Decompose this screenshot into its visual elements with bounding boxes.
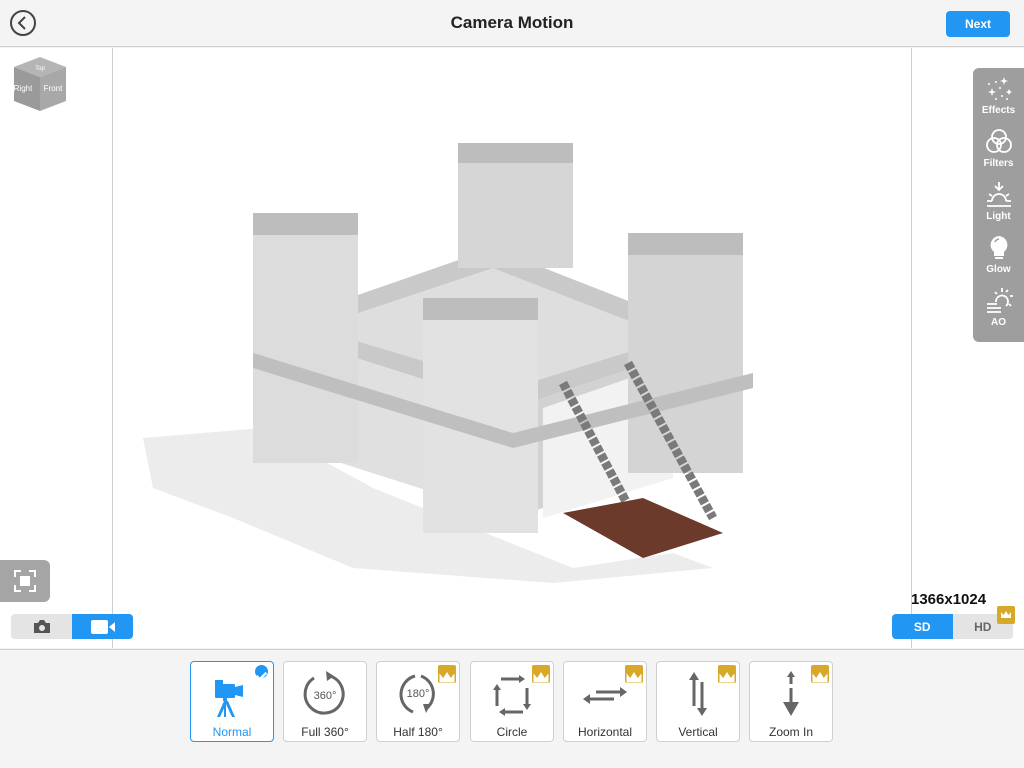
filters-button[interactable]: Filters [973, 127, 1024, 180]
camera-icon [33, 620, 50, 633]
motion-label: Half 180° [393, 725, 443, 739]
sd-button[interactable]: SD [892, 614, 953, 639]
filters-label: Filters [983, 158, 1014, 169]
left-tower [253, 228, 358, 463]
focus-frame-icon [14, 570, 36, 592]
effects-panel: Effects Filters Light Glow AO [973, 68, 1024, 342]
castle-model [143, 143, 753, 583]
motion-full-360[interactable]: 360° Full 360° [283, 661, 367, 742]
cube-front-label: Front [44, 84, 63, 93]
motion-half-180[interactable]: 180° Half 180° [376, 661, 460, 742]
view-cube[interactable]: Top Right Front [10, 54, 70, 114]
ao-label: AO [991, 317, 1006, 328]
drawbridge [563, 498, 723, 558]
crown-icon [533, 672, 549, 683]
crown-icon [439, 672, 455, 683]
filters-circles-icon [985, 129, 1012, 153]
rotate-360-icon: 360° [303, 671, 345, 715]
cube-top-label: Top [35, 66, 45, 72]
vertical-arrows-icon [689, 672, 707, 716]
sparkles-icon [987, 77, 1012, 100]
rotate-180-icon: 180° [399, 674, 435, 714]
light-button[interactable]: Light [973, 180, 1024, 233]
crown-icon [1001, 611, 1011, 619]
cube-right-label: Right [14, 84, 33, 93]
premium-badge [811, 665, 829, 683]
premium-badge [718, 665, 736, 683]
fit-view-button[interactable] [0, 560, 50, 602]
right-tower [628, 248, 743, 473]
video-mode-button[interactable] [72, 614, 133, 639]
next-button[interactable]: Next [946, 11, 1010, 37]
premium-badge [625, 665, 643, 683]
effects-label: Effects [981, 105, 1016, 116]
photo-mode-button[interactable] [11, 614, 72, 639]
capture-mode-toggle [11, 614, 133, 639]
light-label: Light [986, 211, 1011, 222]
page-title: Camera Motion [450, 13, 574, 32]
zoom-in-arrow-icon [783, 671, 799, 716]
crown-icon [812, 672, 828, 683]
ao-button[interactable]: AO [973, 286, 1024, 339]
motion-label: Full 360° [301, 725, 349, 739]
hd-premium-badge [997, 606, 1015, 624]
crown-icon [719, 672, 735, 683]
motion-label: Circle [496, 725, 528, 739]
scene-viewport[interactable] [112, 48, 912, 648]
svg-text:360°: 360° [314, 690, 337, 702]
svg-text:180°: 180° [407, 688, 430, 700]
premium-badge [532, 665, 550, 683]
motion-label: Vertical [678, 725, 718, 739]
premium-badge [438, 665, 456, 683]
horizontal-arrows-icon [583, 687, 627, 704]
glow-button[interactable]: Glow [973, 233, 1024, 286]
selected-check-icon [255, 665, 268, 681]
motion-zoom-in[interactable]: Zoom In [749, 661, 833, 742]
sun-haze-icon [986, 288, 1013, 313]
back-tower [458, 158, 573, 268]
motion-horizontal[interactable]: Horizontal [563, 661, 647, 742]
circle-arrows-icon [493, 675, 531, 716]
crown-icon [626, 672, 642, 683]
bulb-icon [990, 236, 1007, 259]
motion-label: Normal [212, 725, 252, 739]
motion-label: Horizontal [577, 725, 633, 739]
sunrise-icon [986, 182, 1011, 207]
resolution-text: 1366x1024 [911, 591, 987, 608]
effects-button[interactable]: Effects [973, 74, 1024, 127]
motion-normal[interactable]: Normal [190, 661, 274, 742]
top-bar: Camera Motion Next [0, 0, 1024, 47]
glow-label: Glow [986, 264, 1011, 275]
motion-circle[interactable]: Circle [470, 661, 554, 742]
motion-vertical[interactable]: Vertical [656, 661, 740, 742]
quality-toggle: SD HD [892, 614, 1013, 639]
motion-label: Zoom In [768, 725, 813, 739]
camera-tripod-icon [215, 680, 243, 717]
video-camera-icon [90, 619, 115, 634]
left-panel [0, 48, 112, 648]
